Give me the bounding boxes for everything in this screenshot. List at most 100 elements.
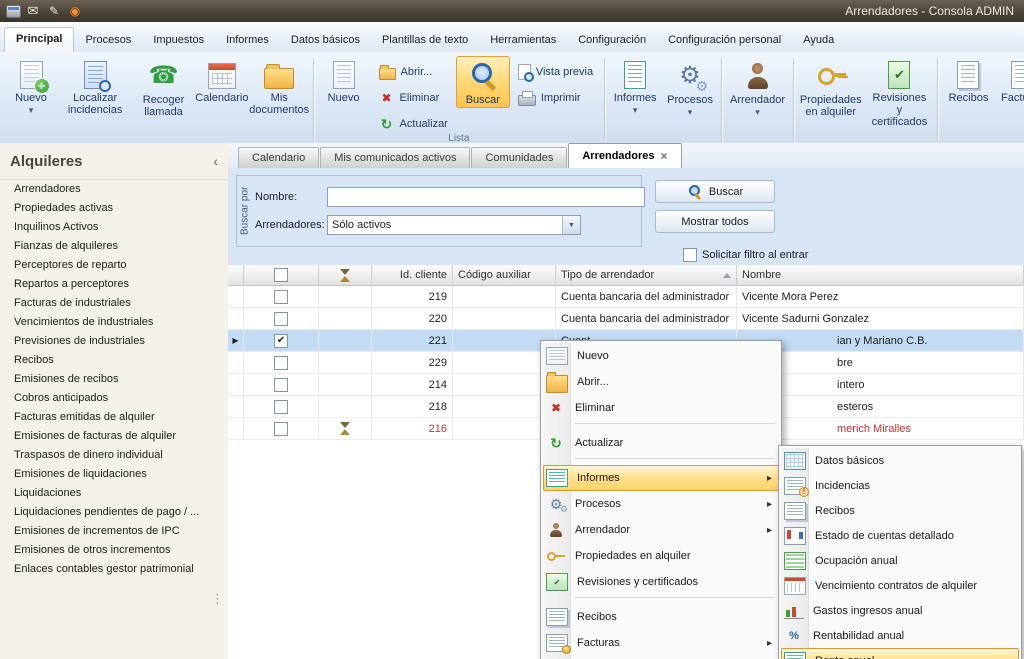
- ribbon-small-button[interactable]: Vista previa: [510, 60, 601, 84]
- submenu-item[interactable]: Datos básicos: [781, 448, 1019, 473]
- document-tab[interactable]: Mis comunicados activos: [320, 147, 470, 168]
- document-tab[interactable]: Arrendadores: [568, 143, 681, 168]
- sidebar-item[interactable]: Facturas emitidas de alquiler: [0, 408, 228, 427]
- context-menu-item[interactable]: Actualizar: [543, 430, 779, 456]
- sidebar-item[interactable]: Previsiones de industriales: [0, 332, 228, 351]
- menu-tab[interactable]: Plantillas de texto: [371, 29, 479, 52]
- menu-tab[interactable]: Configuración personal: [657, 29, 792, 52]
- titlebar-icon[interactable]: [66, 3, 84, 19]
- ribbon-small-button[interactable]: Imprimir: [510, 86, 601, 110]
- context-menu-item[interactable]: Recibos: [543, 604, 779, 630]
- sidebar-item[interactable]: Fianzas de alquileres: [0, 237, 228, 256]
- submenu-item[interactable]: Recibos: [781, 498, 1019, 523]
- mostrar-todos-button[interactable]: Mostrar todos: [655, 210, 775, 233]
- context-menu-item[interactable]: Abrir...: [543, 369, 779, 395]
- sidebar-item[interactable]: Liquidaciones: [0, 484, 228, 503]
- buscar-button[interactable]: Buscar: [655, 180, 775, 203]
- tab-close-icon[interactable]: [661, 149, 668, 163]
- select-all-header[interactable]: [244, 265, 319, 286]
- hourglass-column-header[interactable]: [319, 265, 372, 286]
- sidebar-item[interactable]: Liquidaciones pendientes de pago / ...: [0, 503, 228, 522]
- ribbon-button[interactable]: Revisiones y certificados: [864, 56, 934, 130]
- row-checkbox[interactable]: [274, 312, 288, 326]
- titlebar-icon[interactable]: [45, 3, 63, 19]
- select-all-checkbox[interactable]: [274, 268, 288, 282]
- ribbon-button[interactable]: Arrendador: [725, 56, 790, 118]
- titlebar-icon[interactable]: [24, 3, 42, 19]
- sidebar-item[interactable]: Emisiones de recibos: [0, 370, 228, 389]
- context-menu-item[interactable]: [575, 458, 775, 463]
- submenu-item[interactable]: Incidencias: [781, 473, 1019, 498]
- document-tab[interactable]: Calendario: [238, 147, 319, 168]
- context-menu-item[interactable]: Informes: [543, 465, 779, 491]
- row-checkbox[interactable]: [274, 290, 288, 304]
- ribbon-button-nuevo[interactable]: Nuevo: [317, 56, 371, 106]
- row-checkbox[interactable]: [274, 356, 288, 370]
- solicitar-filtro-checkbox[interactable]: [683, 248, 697, 262]
- table-row[interactable]: 219 Cuenta bancaria del administrador Vi…: [228, 286, 1024, 308]
- context-menu-item[interactable]: Eliminar: [543, 395, 779, 421]
- submenu-item[interactable]: Gastos ingresos anual: [781, 598, 1019, 623]
- row-checkbox[interactable]: [274, 400, 288, 414]
- menu-tab[interactable]: Impuestos: [142, 29, 215, 52]
- sidebar-collapse-icon[interactable]: [213, 153, 218, 169]
- row-checkbox[interactable]: [274, 334, 288, 348]
- ribbon-button[interactable]: Mis documentos: [249, 56, 310, 118]
- ribbon-button[interactable]: Recibos: [941, 56, 995, 106]
- column-header-codigo-auxiliar[interactable]: Código auxiliar: [453, 265, 556, 286]
- ribbon-button[interactable]: Nuevo: [4, 56, 58, 116]
- ribbon-button[interactable]: Calendario: [195, 56, 249, 106]
- context-menu-item[interactable]: Revisiones y certificados: [543, 569, 779, 595]
- ribbon-button[interactable]: Procesos: [662, 56, 718, 118]
- menu-tab[interactable]: Informes: [215, 29, 280, 52]
- document-tab[interactable]: Comunidades: [471, 147, 567, 168]
- menu-tab[interactable]: Ayuda: [792, 29, 845, 52]
- submenu-item[interactable]: Ocupación anual: [781, 548, 1019, 573]
- arrendadores-select[interactable]: Sólo activos: [327, 215, 581, 235]
- menu-tab[interactable]: Procesos: [74, 29, 142, 52]
- sidebar-item[interactable]: Propiedades activas: [0, 199, 228, 218]
- sidebar-item[interactable]: Vencimientos de industriales: [0, 313, 228, 332]
- sidebar-resize-grip[interactable]: [211, 591, 224, 607]
- column-header-id-cliente[interactable]: Id. cliente: [372, 265, 453, 286]
- row-checkbox[interactable]: [274, 378, 288, 392]
- submenu-item[interactable]: Vencimiento contratos de alquiler: [781, 573, 1019, 598]
- sidebar-item[interactable]: Traspasos de dinero individual: [0, 446, 228, 465]
- ribbon-small-button[interactable]: Eliminar: [371, 86, 456, 110]
- context-menu-item[interactable]: [575, 597, 775, 602]
- column-header-nombre[interactable]: Nombre: [737, 265, 1024, 286]
- sidebar-item[interactable]: Facturas de industriales: [0, 294, 228, 313]
- sidebar-item[interactable]: Arrendadores: [0, 180, 228, 199]
- submenu-item[interactable]: Renta anual: [781, 648, 1019, 659]
- ribbon-button[interactable]: Recoger llamada: [132, 56, 195, 120]
- submenu-item[interactable]: Rentabilidad anual: [781, 623, 1019, 648]
- sidebar-item[interactable]: Emisiones de facturas de alquiler: [0, 427, 228, 446]
- sidebar-item[interactable]: Perceptores de reparto: [0, 256, 228, 275]
- context-menu-item[interactable]: Arrendador: [543, 517, 779, 543]
- nombre-input[interactable]: [327, 187, 645, 207]
- context-menu-item[interactable]: Propiedades en alquiler: [543, 543, 779, 569]
- combo-dropdown-icon[interactable]: [562, 216, 580, 234]
- menu-tab[interactable]: Herramientas: [479, 29, 567, 52]
- submenu-item[interactable]: Estado de cuentas detallado: [781, 523, 1019, 548]
- ribbon-button[interactable]: Localizar incidencias: [58, 56, 132, 118]
- row-checkbox[interactable]: [274, 422, 288, 436]
- menu-tab[interactable]: Configuración: [567, 29, 657, 52]
- ribbon-button[interactable]: Propiedades en alquiler: [797, 56, 864, 120]
- sidebar-item[interactable]: Enlaces contables gestor patrimonial: [0, 560, 228, 579]
- sidebar-item[interactable]: Repartos a perceptores: [0, 275, 228, 294]
- menu-tab[interactable]: Datos básicos: [280, 29, 371, 52]
- sidebar-item[interactable]: Recibos: [0, 351, 228, 370]
- titlebar-icon[interactable]: [6, 5, 21, 18]
- context-menu-item[interactable]: [575, 423, 775, 428]
- sidebar-item[interactable]: Cobros anticipados: [0, 389, 228, 408]
- sidebar-item[interactable]: Emisiones de liquidaciones: [0, 465, 228, 484]
- table-row[interactable]: 220 Cuenta bancaria del administrador Vi…: [228, 308, 1024, 330]
- column-header-tipo-arrendador[interactable]: Tipo de arrendador: [556, 265, 737, 286]
- context-menu-item[interactable]: Facturas: [543, 630, 779, 656]
- menu-tab[interactable]: Principal: [4, 27, 74, 52]
- ribbon-small-button[interactable]: Abrir...: [371, 60, 456, 84]
- sidebar-item[interactable]: Emisiones de incrementos de IPC: [0, 522, 228, 541]
- ribbon-button-buscar[interactable]: Buscar: [456, 56, 510, 108]
- context-menu-item[interactable]: Procesos: [543, 491, 779, 517]
